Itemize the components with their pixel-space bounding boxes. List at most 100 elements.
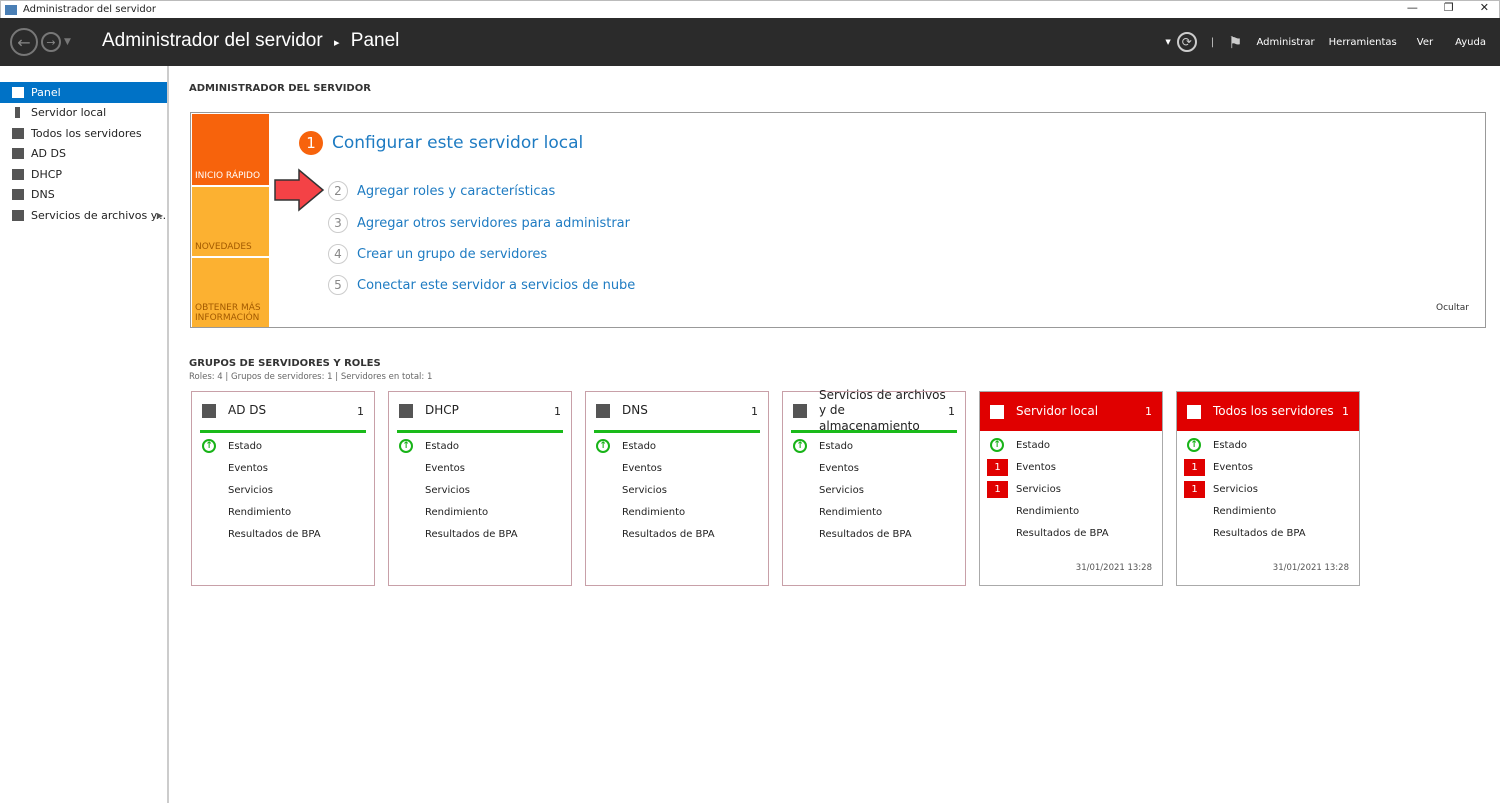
sidebar-item-label: DHCP [31, 167, 63, 181]
step-crear-grupo[interactable]: 4 Crear un grupo de servidores [328, 244, 547, 264]
hide-link[interactable]: Ocultar [1436, 303, 1469, 313]
card-row[interactable]: Resultados de BPA [980, 522, 1162, 544]
tile-novedades[interactable]: NOVEDADES [192, 187, 269, 256]
card-row[interactable]: Rendimiento [783, 501, 965, 523]
card-row[interactable]: Servicios [389, 479, 571, 501]
sidebar-item-servidor-local[interactable]: Servidor local [0, 103, 167, 124]
header: ← → ▼ Administrador del servidor ▸ Panel… [0, 18, 1500, 66]
row-label: Rendimiento [228, 506, 292, 518]
card-row[interactable]: ↑ Estado [586, 435, 768, 457]
sidebar-item-dhcp[interactable]: DHCP [0, 164, 167, 185]
server-group-card[interactable]: Servicios de archivos y de almacenamient… [782, 388, 966, 586]
menu-administrar[interactable]: Administrar [1257, 37, 1315, 48]
timestamp: 31/01/2021 13:28 [1272, 563, 1349, 573]
card-row[interactable]: 1 Eventos [1177, 456, 1359, 478]
sidebar-item-servicios-archivos[interactable]: Servicios de archivos y... ▶ [0, 205, 167, 226]
restore-button[interactable]: ❐ [1444, 1, 1454, 14]
card-row[interactable]: ↑ Estado [192, 435, 374, 457]
card-row[interactable]: Rendimiento [586, 501, 768, 523]
card-row[interactable]: 1 Eventos [980, 456, 1162, 478]
card-row[interactable]: ↑ Estado [389, 435, 571, 457]
card-row[interactable]: Resultados de BPA [389, 523, 571, 545]
menu-herramientas[interactable]: Herramientas [1329, 37, 1397, 48]
card-row[interactable]: Rendimiento [1177, 500, 1359, 522]
server-icon [15, 107, 20, 119]
server-group-card[interactable]: DHCP 1 ↑ Estado Eventos Servicios Rendimiento R… [388, 391, 572, 586]
card-row[interactable]: Eventos [192, 457, 374, 479]
minimize-button[interactable]: — [1407, 1, 1418, 14]
card-header[interactable]: Servicios de archivos y de almacenamient… [783, 388, 965, 433]
history-dropdown-icon[interactable]: ▼ [64, 37, 71, 47]
card-row[interactable]: Eventos [783, 457, 965, 479]
step-agregar-servidores[interactable]: 3 Agregar otros servidores para administr… [328, 213, 630, 233]
dashboard-icon [12, 86, 24, 98]
server-group-card[interactable]: Todos los servidores 1 ↑ Estado 1 Eventos 1 Ser… [1176, 391, 1360, 586]
card-row[interactable]: Rendimiento [980, 500, 1162, 522]
notifications-flag-icon[interactable]: ⚑ [1228, 33, 1242, 52]
page-title: ADMINISTRADOR DEL SERVIDOR [189, 83, 371, 94]
title-bar: Administrador del servidor — ❐ ✕ [0, 0, 1500, 18]
sidebar-item-label: Panel [31, 85, 61, 99]
sidebar-item-dns[interactable]: DNS [0, 185, 167, 206]
refresh-icon[interactable]: ⟳ [1176, 32, 1197, 52]
step-label: Conectar este servidor a servicios de nu… [357, 277, 636, 293]
card-row[interactable]: Rendimiento [389, 501, 571, 523]
card-row[interactable]: Resultados de BPA [1177, 522, 1359, 544]
sidebar-item-label: Servicios de archivos y... [31, 208, 167, 222]
card-row[interactable]: Eventos [389, 457, 571, 479]
card-row[interactable]: Servicios [586, 479, 768, 501]
back-icon[interactable]: ← [10, 28, 38, 56]
card-row[interactable]: 1 Servicios [980, 478, 1162, 500]
status-up-icon: ↑ [1187, 438, 1201, 452]
expand-arrow-icon[interactable]: ▶ [157, 211, 163, 220]
step-agregar-roles[interactable]: 2 Agregar roles y características [328, 181, 555, 201]
tile-inicio-rapido[interactable]: INICIO RÁPIDO [192, 114, 269, 185]
row-label: Rendimiento [425, 506, 489, 518]
breadcrumb: Administrador del servidor ▸ Panel [102, 30, 399, 52]
alert-badge: 1 [1184, 458, 1205, 476]
row-label: Rendimiento [1016, 505, 1080, 517]
dropdown-icon[interactable]: ▼ [1165, 38, 1170, 46]
forward-icon[interactable]: → [41, 32, 61, 52]
card-header[interactable]: DNS 1 [586, 392, 768, 430]
role-icon [1187, 404, 1201, 419]
row-label: Eventos [228, 462, 268, 474]
step-conectar-nube[interactable]: 5 Conectar este servidor a servicios de n… [328, 275, 635, 295]
sidebar-item-ad-ds[interactable]: AD DS [0, 144, 167, 165]
card-row[interactable]: ↑ Estado [980, 434, 1162, 456]
card-header[interactable]: Todos los servidores 1 [1177, 392, 1359, 431]
card-header[interactable]: DHCP 1 [389, 392, 571, 430]
card-row[interactable]: Servicios [192, 479, 374, 501]
sidebar-item-todos-servidores[interactable]: Todos los servidores [0, 123, 167, 144]
sidebar-item-label: Todos los servidores [31, 126, 142, 140]
menu-ayuda[interactable]: Ayuda [1455, 37, 1486, 48]
card-row[interactable]: Servicios [783, 479, 965, 501]
card-count: 1 [357, 404, 364, 418]
card-row[interactable]: Resultados de BPA [586, 523, 768, 545]
card-row[interactable]: ↑ Estado [1177, 434, 1359, 456]
card-row[interactable]: Resultados de BPA [192, 523, 374, 545]
servers-icon [12, 127, 24, 139]
card-header[interactable]: Servidor local 1 [980, 392, 1162, 431]
alert-badge: 1 [1184, 480, 1205, 498]
card-row[interactable]: ↑ Estado [783, 435, 965, 457]
card-title: AD DS [228, 403, 267, 418]
card-title: DHCP [425, 403, 459, 418]
server-group-card[interactable]: DNS 1 ↑ Estado Eventos Servicios Rendimiento Re… [585, 391, 769, 586]
step-configurar[interactable]: 1 Configurar este servidor local [299, 131, 583, 155]
tile-obtener-informacion[interactable]: OBTENER MÁS INFORMACIÓN [192, 258, 269, 327]
card-row[interactable]: Resultados de BPA [783, 523, 965, 545]
row-label: Resultados de BPA [425, 528, 518, 540]
server-group-card[interactable]: Servidor local 1 ↑ Estado 1 Eventos 1 Servicios… [979, 391, 1163, 586]
row-label: Servicios [425, 484, 470, 496]
card-header[interactable]: AD DS 1 [192, 392, 374, 430]
card-row[interactable]: 1 Servicios [1177, 478, 1359, 500]
card-row[interactable]: Eventos [586, 457, 768, 479]
server-group-card[interactable]: AD DS 1 ↑ Estado Eventos Servicios Rendimiento… [191, 391, 375, 586]
close-button[interactable]: ✕ [1480, 1, 1489, 14]
menu-ver[interactable]: Ver [1417, 37, 1433, 48]
sidebar-item-panel[interactable]: Panel [0, 82, 167, 103]
main-content: ADMINISTRADOR DEL SERVIDOR INICIO RÁPIDO… [170, 66, 1500, 803]
step-number: 1 [299, 131, 323, 155]
card-row[interactable]: Rendimiento [192, 501, 374, 523]
